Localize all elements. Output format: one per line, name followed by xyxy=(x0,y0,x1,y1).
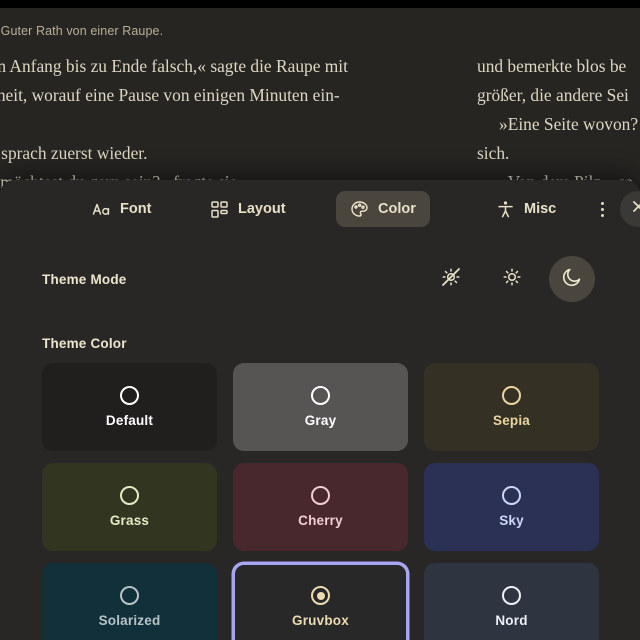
layout-grid-icon xyxy=(210,200,229,219)
theme-color-sky[interactable]: Sky xyxy=(424,463,599,551)
theme-mode-dark[interactable] xyxy=(549,256,595,302)
text-column-right: und bemerkte blos be größer, die andere … xyxy=(477,52,638,197)
radio-icon xyxy=(311,386,330,405)
radio-icon xyxy=(502,386,521,405)
tab-misc[interactable]: Misc xyxy=(482,191,570,227)
text-line: st von Anfang bis zu Ende falsch,« sagte… xyxy=(0,56,348,76)
theme-color-label: Theme Color xyxy=(42,336,127,351)
radio-icon xyxy=(120,486,139,505)
theme-mode-label: Theme Mode xyxy=(42,272,127,287)
font-aa-icon xyxy=(92,200,111,219)
theme-color-solarized[interactable]: Solarized xyxy=(42,563,217,640)
theme-color-label: Sky xyxy=(499,513,524,528)
moon-icon xyxy=(561,265,584,293)
close-button[interactable] xyxy=(620,191,640,227)
settings-panel: Font Layout Color Misc Theme Mode Theme … xyxy=(0,180,640,640)
radio-icon xyxy=(502,486,521,505)
radio-icon xyxy=(502,586,521,605)
text-line: aupe sprach zuerst wieder. xyxy=(0,143,148,163)
theme-color-gray[interactable]: Gray xyxy=(233,363,408,451)
text-line: sich. xyxy=(477,143,510,163)
theme-color-sepia[interactable]: Sepia xyxy=(424,363,599,451)
theme-color-label: Solarized xyxy=(98,613,161,628)
tab-font[interactable]: Font xyxy=(78,191,165,227)
theme-mode-light[interactable] xyxy=(489,256,535,302)
close-icon xyxy=(630,198,640,220)
more-vertical-icon[interactable] xyxy=(592,199,612,219)
theme-color-default[interactable]: Default xyxy=(42,363,217,451)
theme-mode-auto[interactable] xyxy=(428,256,474,302)
radio-icon xyxy=(120,386,139,405)
sun-slash-auto-icon xyxy=(440,266,462,293)
theme-color-label: Gruvbox xyxy=(292,613,349,628)
text-line: edenheit, worauf eine Pause von einigen … xyxy=(0,85,340,105)
text-line: »Eine Seite wovon? xyxy=(499,114,639,134)
theme-color-label: Cherry xyxy=(298,513,343,528)
accessibility-icon xyxy=(496,200,515,219)
tab-misc-label: Misc xyxy=(524,201,557,217)
tab-layout-label: Layout xyxy=(238,201,286,217)
text-column-left: st von Anfang bis zu Ende falsch,« sagte… xyxy=(0,52,348,197)
theme-color-nord[interactable]: Nord xyxy=(424,563,599,640)
screen: – Guter Rath von einer Raupe. st von Anf… xyxy=(0,0,640,640)
radio-icon xyxy=(311,486,330,505)
theme-color-label: Gray xyxy=(304,413,337,428)
text-line: und bemerkte blos be xyxy=(477,56,627,76)
theme-color-grass[interactable]: Grass xyxy=(42,463,217,551)
radio-dot xyxy=(316,591,325,600)
theme-color-gruvbox[interactable]: Gruvbox xyxy=(233,563,408,640)
theme-color-grid: Default Gray Sepia Grass Cherry Sky Solarized G… xyxy=(42,363,599,640)
color-palette-icon xyxy=(350,200,369,219)
tab-font-label: Font xyxy=(120,201,152,217)
radio-icon xyxy=(311,586,330,605)
theme-color-label: Nord xyxy=(495,613,528,628)
sun-icon xyxy=(501,266,523,293)
tab-color[interactable]: Color xyxy=(336,191,430,227)
radio-icon xyxy=(120,586,139,605)
theme-color-cherry[interactable]: Cherry xyxy=(233,463,408,551)
theme-color-label: Default xyxy=(105,413,154,428)
theme-color-label: Sepia xyxy=(492,413,531,428)
running-header: – Guter Rath von einer Raupe. xyxy=(0,24,164,38)
theme-color-label: Grass xyxy=(109,513,150,528)
settings-toolbar: Font Layout Color Misc xyxy=(0,180,640,238)
tab-layout[interactable]: Layout xyxy=(196,191,300,227)
tab-color-label: Color xyxy=(378,201,416,217)
text-line: größer, die andere Sei xyxy=(477,85,629,105)
